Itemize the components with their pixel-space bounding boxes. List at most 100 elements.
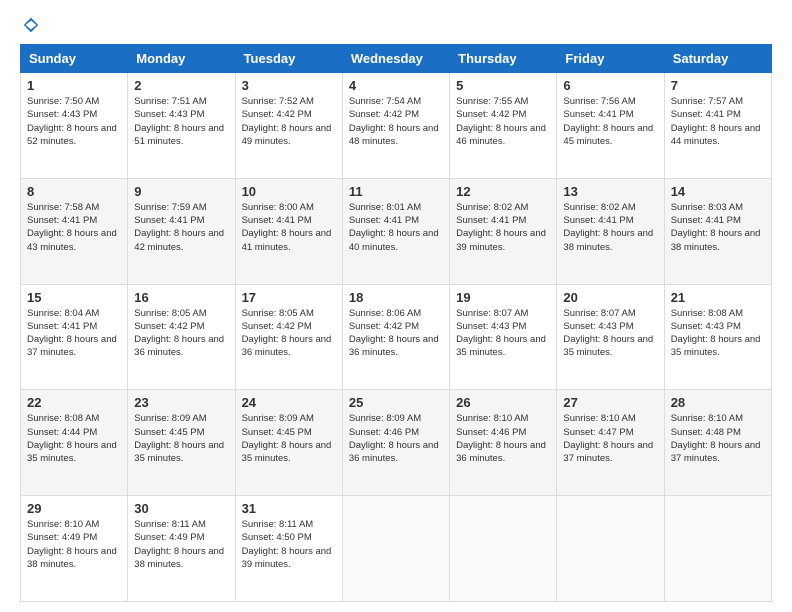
day-number: 22 (27, 395, 121, 410)
day-number: 13 (563, 184, 657, 199)
day-info: Sunrise: 8:05 AM Sunset: 4:42 PM Dayligh… (242, 307, 336, 360)
weekday-header: Friday (557, 45, 664, 73)
day-number: 26 (456, 395, 550, 410)
calendar-cell: 10 Sunrise: 8:00 AM Sunset: 4:41 PM Dayli… (235, 178, 342, 284)
calendar-cell: 24 Sunrise: 8:09 AM Sunset: 4:45 PM Dayli… (235, 390, 342, 496)
calendar-cell: 25 Sunrise: 8:09 AM Sunset: 4:46 PM Dayli… (342, 390, 449, 496)
weekday-header: Sunday (21, 45, 128, 73)
day-number: 14 (671, 184, 765, 199)
day-info: Sunrise: 8:04 AM Sunset: 4:41 PM Dayligh… (27, 307, 121, 360)
calendar-cell: 15 Sunrise: 8:04 AM Sunset: 4:41 PM Dayli… (21, 284, 128, 390)
day-info: Sunrise: 8:02 AM Sunset: 4:41 PM Dayligh… (456, 201, 550, 254)
day-number: 7 (671, 78, 765, 93)
calendar-cell: 9 Sunrise: 7:59 AM Sunset: 4:41 PM Daylig… (128, 178, 235, 284)
calendar-cell: 14 Sunrise: 8:03 AM Sunset: 4:41 PM Dayli… (664, 178, 771, 284)
day-number: 25 (349, 395, 443, 410)
day-number: 29 (27, 501, 121, 516)
day-info: Sunrise: 8:03 AM Sunset: 4:41 PM Dayligh… (671, 201, 765, 254)
day-info: Sunrise: 7:56 AM Sunset: 4:41 PM Dayligh… (563, 95, 657, 148)
day-number: 21 (671, 290, 765, 305)
calendar-cell: 29 Sunrise: 8:10 AM Sunset: 4:49 PM Dayli… (21, 496, 128, 602)
calendar-cell: 2Sunrise: 7:51 AM Sunset: 4:43 PM Daylig… (128, 73, 235, 179)
day-number: 5 (456, 78, 550, 93)
calendar-cell: 7 Sunrise: 7:57 AM Sunset: 4:41 PM Daylig… (664, 73, 771, 179)
day-info: Sunrise: 7:55 AM Sunset: 4:42 PM Dayligh… (456, 95, 550, 148)
day-info: Sunrise: 7:51 AM Sunset: 4:43 PM Dayligh… (134, 95, 228, 148)
calendar-cell: 13 Sunrise: 8:02 AM Sunset: 4:41 PM Dayli… (557, 178, 664, 284)
day-number: 9 (134, 184, 228, 199)
day-number: 3 (242, 78, 336, 93)
day-number: 10 (242, 184, 336, 199)
calendar-cell: 6Sunrise: 7:56 AM Sunset: 4:41 PM Daylig… (557, 73, 664, 179)
calendar-cell: 3Sunrise: 7:52 AM Sunset: 4:42 PM Daylig… (235, 73, 342, 179)
weekday-header: Saturday (664, 45, 771, 73)
day-info: Sunrise: 8:10 AM Sunset: 4:47 PM Dayligh… (563, 412, 657, 465)
calendar-cell: 26 Sunrise: 8:10 AM Sunset: 4:46 PM Dayli… (450, 390, 557, 496)
day-info: Sunrise: 8:07 AM Sunset: 4:43 PM Dayligh… (563, 307, 657, 360)
calendar-cell: 4Sunrise: 7:54 AM Sunset: 4:42 PM Daylig… (342, 73, 449, 179)
calendar-cell (557, 496, 664, 602)
day-number: 1 (27, 78, 121, 93)
calendar-week-row: 29 Sunrise: 8:10 AM Sunset: 4:49 PM Dayli… (21, 496, 772, 602)
weekday-header: Thursday (450, 45, 557, 73)
day-info: Sunrise: 7:57 AM Sunset: 4:41 PM Dayligh… (671, 95, 765, 148)
day-info: Sunrise: 8:00 AM Sunset: 4:41 PM Dayligh… (242, 201, 336, 254)
calendar-cell: 27 Sunrise: 8:10 AM Sunset: 4:47 PM Dayli… (557, 390, 664, 496)
calendar-header-row: SundayMondayTuesdayWednesdayThursdayFrid… (21, 45, 772, 73)
day-number: 30 (134, 501, 228, 516)
day-info: Sunrise: 8:10 AM Sunset: 4:46 PM Dayligh… (456, 412, 550, 465)
day-info: Sunrise: 8:11 AM Sunset: 4:50 PM Dayligh… (242, 518, 336, 571)
day-info: Sunrise: 8:01 AM Sunset: 4:41 PM Dayligh… (349, 201, 443, 254)
day-number: 24 (242, 395, 336, 410)
weekday-header: Tuesday (235, 45, 342, 73)
calendar-cell: 18 Sunrise: 8:06 AM Sunset: 4:42 PM Dayli… (342, 284, 449, 390)
day-info: Sunrise: 8:10 AM Sunset: 4:48 PM Dayligh… (671, 412, 765, 465)
day-info: Sunrise: 8:09 AM Sunset: 4:45 PM Dayligh… (242, 412, 336, 465)
calendar-cell: 16 Sunrise: 8:05 AM Sunset: 4:42 PM Dayli… (128, 284, 235, 390)
calendar-cell: 12 Sunrise: 8:02 AM Sunset: 4:41 PM Dayli… (450, 178, 557, 284)
day-info: Sunrise: 8:07 AM Sunset: 4:43 PM Dayligh… (456, 307, 550, 360)
day-number: 20 (563, 290, 657, 305)
day-info: Sunrise: 8:05 AM Sunset: 4:42 PM Dayligh… (134, 307, 228, 360)
day-number: 12 (456, 184, 550, 199)
day-info: Sunrise: 8:08 AM Sunset: 4:43 PM Dayligh… (671, 307, 765, 360)
calendar-cell: 31Sunrise: 8:11 AM Sunset: 4:50 PM Dayli… (235, 496, 342, 602)
day-number: 19 (456, 290, 550, 305)
logo (20, 16, 40, 34)
day-number: 28 (671, 395, 765, 410)
day-info: Sunrise: 8:09 AM Sunset: 4:46 PM Dayligh… (349, 412, 443, 465)
calendar-cell (450, 496, 557, 602)
logo-icon (22, 16, 40, 34)
calendar-cell: 19 Sunrise: 8:07 AM Sunset: 4:43 PM Dayli… (450, 284, 557, 390)
calendar-week-row: 22Sunrise: 8:08 AM Sunset: 4:44 PM Dayli… (21, 390, 772, 496)
calendar-cell: 17Sunrise: 8:05 AM Sunset: 4:42 PM Dayli… (235, 284, 342, 390)
calendar-cell: 22Sunrise: 8:08 AM Sunset: 4:44 PM Dayli… (21, 390, 128, 496)
day-number: 27 (563, 395, 657, 410)
day-info: Sunrise: 7:59 AM Sunset: 4:41 PM Dayligh… (134, 201, 228, 254)
day-info: Sunrise: 8:10 AM Sunset: 4:49 PM Dayligh… (27, 518, 121, 571)
calendar-week-row: 1 Sunrise: 7:50 AM Sunset: 4:43 PM Daylig… (21, 73, 772, 179)
day-number: 23 (134, 395, 228, 410)
day-number: 16 (134, 290, 228, 305)
day-info: Sunrise: 8:11 AM Sunset: 4:49 PM Dayligh… (134, 518, 228, 571)
day-info: Sunrise: 8:02 AM Sunset: 4:41 PM Dayligh… (563, 201, 657, 254)
calendar-cell: 23 Sunrise: 8:09 AM Sunset: 4:45 PM Dayli… (128, 390, 235, 496)
day-number: 11 (349, 184, 443, 199)
calendar-cell: 5 Sunrise: 7:55 AM Sunset: 4:42 PM Daylig… (450, 73, 557, 179)
day-info: Sunrise: 8:06 AM Sunset: 4:42 PM Dayligh… (349, 307, 443, 360)
day-info: Sunrise: 8:09 AM Sunset: 4:45 PM Dayligh… (134, 412, 228, 465)
day-number: 18 (349, 290, 443, 305)
weekday-header: Wednesday (342, 45, 449, 73)
calendar-cell: 11 Sunrise: 8:01 AM Sunset: 4:41 PM Dayli… (342, 178, 449, 284)
calendar-cell: 1 Sunrise: 7:50 AM Sunset: 4:43 PM Daylig… (21, 73, 128, 179)
calendar-week-row: 8Sunrise: 7:58 AM Sunset: 4:41 PM Daylig… (21, 178, 772, 284)
calendar: SundayMondayTuesdayWednesdayThursdayFrid… (20, 44, 772, 602)
calendar-cell (664, 496, 771, 602)
calendar-cell: 21 Sunrise: 8:08 AM Sunset: 4:43 PM Dayli… (664, 284, 771, 390)
header (20, 16, 772, 34)
calendar-cell (342, 496, 449, 602)
day-number: 15 (27, 290, 121, 305)
calendar-cell: 30 Sunrise: 8:11 AM Sunset: 4:49 PM Dayli… (128, 496, 235, 602)
day-info: Sunrise: 7:54 AM Sunset: 4:42 PM Dayligh… (349, 95, 443, 148)
day-info: Sunrise: 7:50 AM Sunset: 4:43 PM Dayligh… (27, 95, 121, 148)
